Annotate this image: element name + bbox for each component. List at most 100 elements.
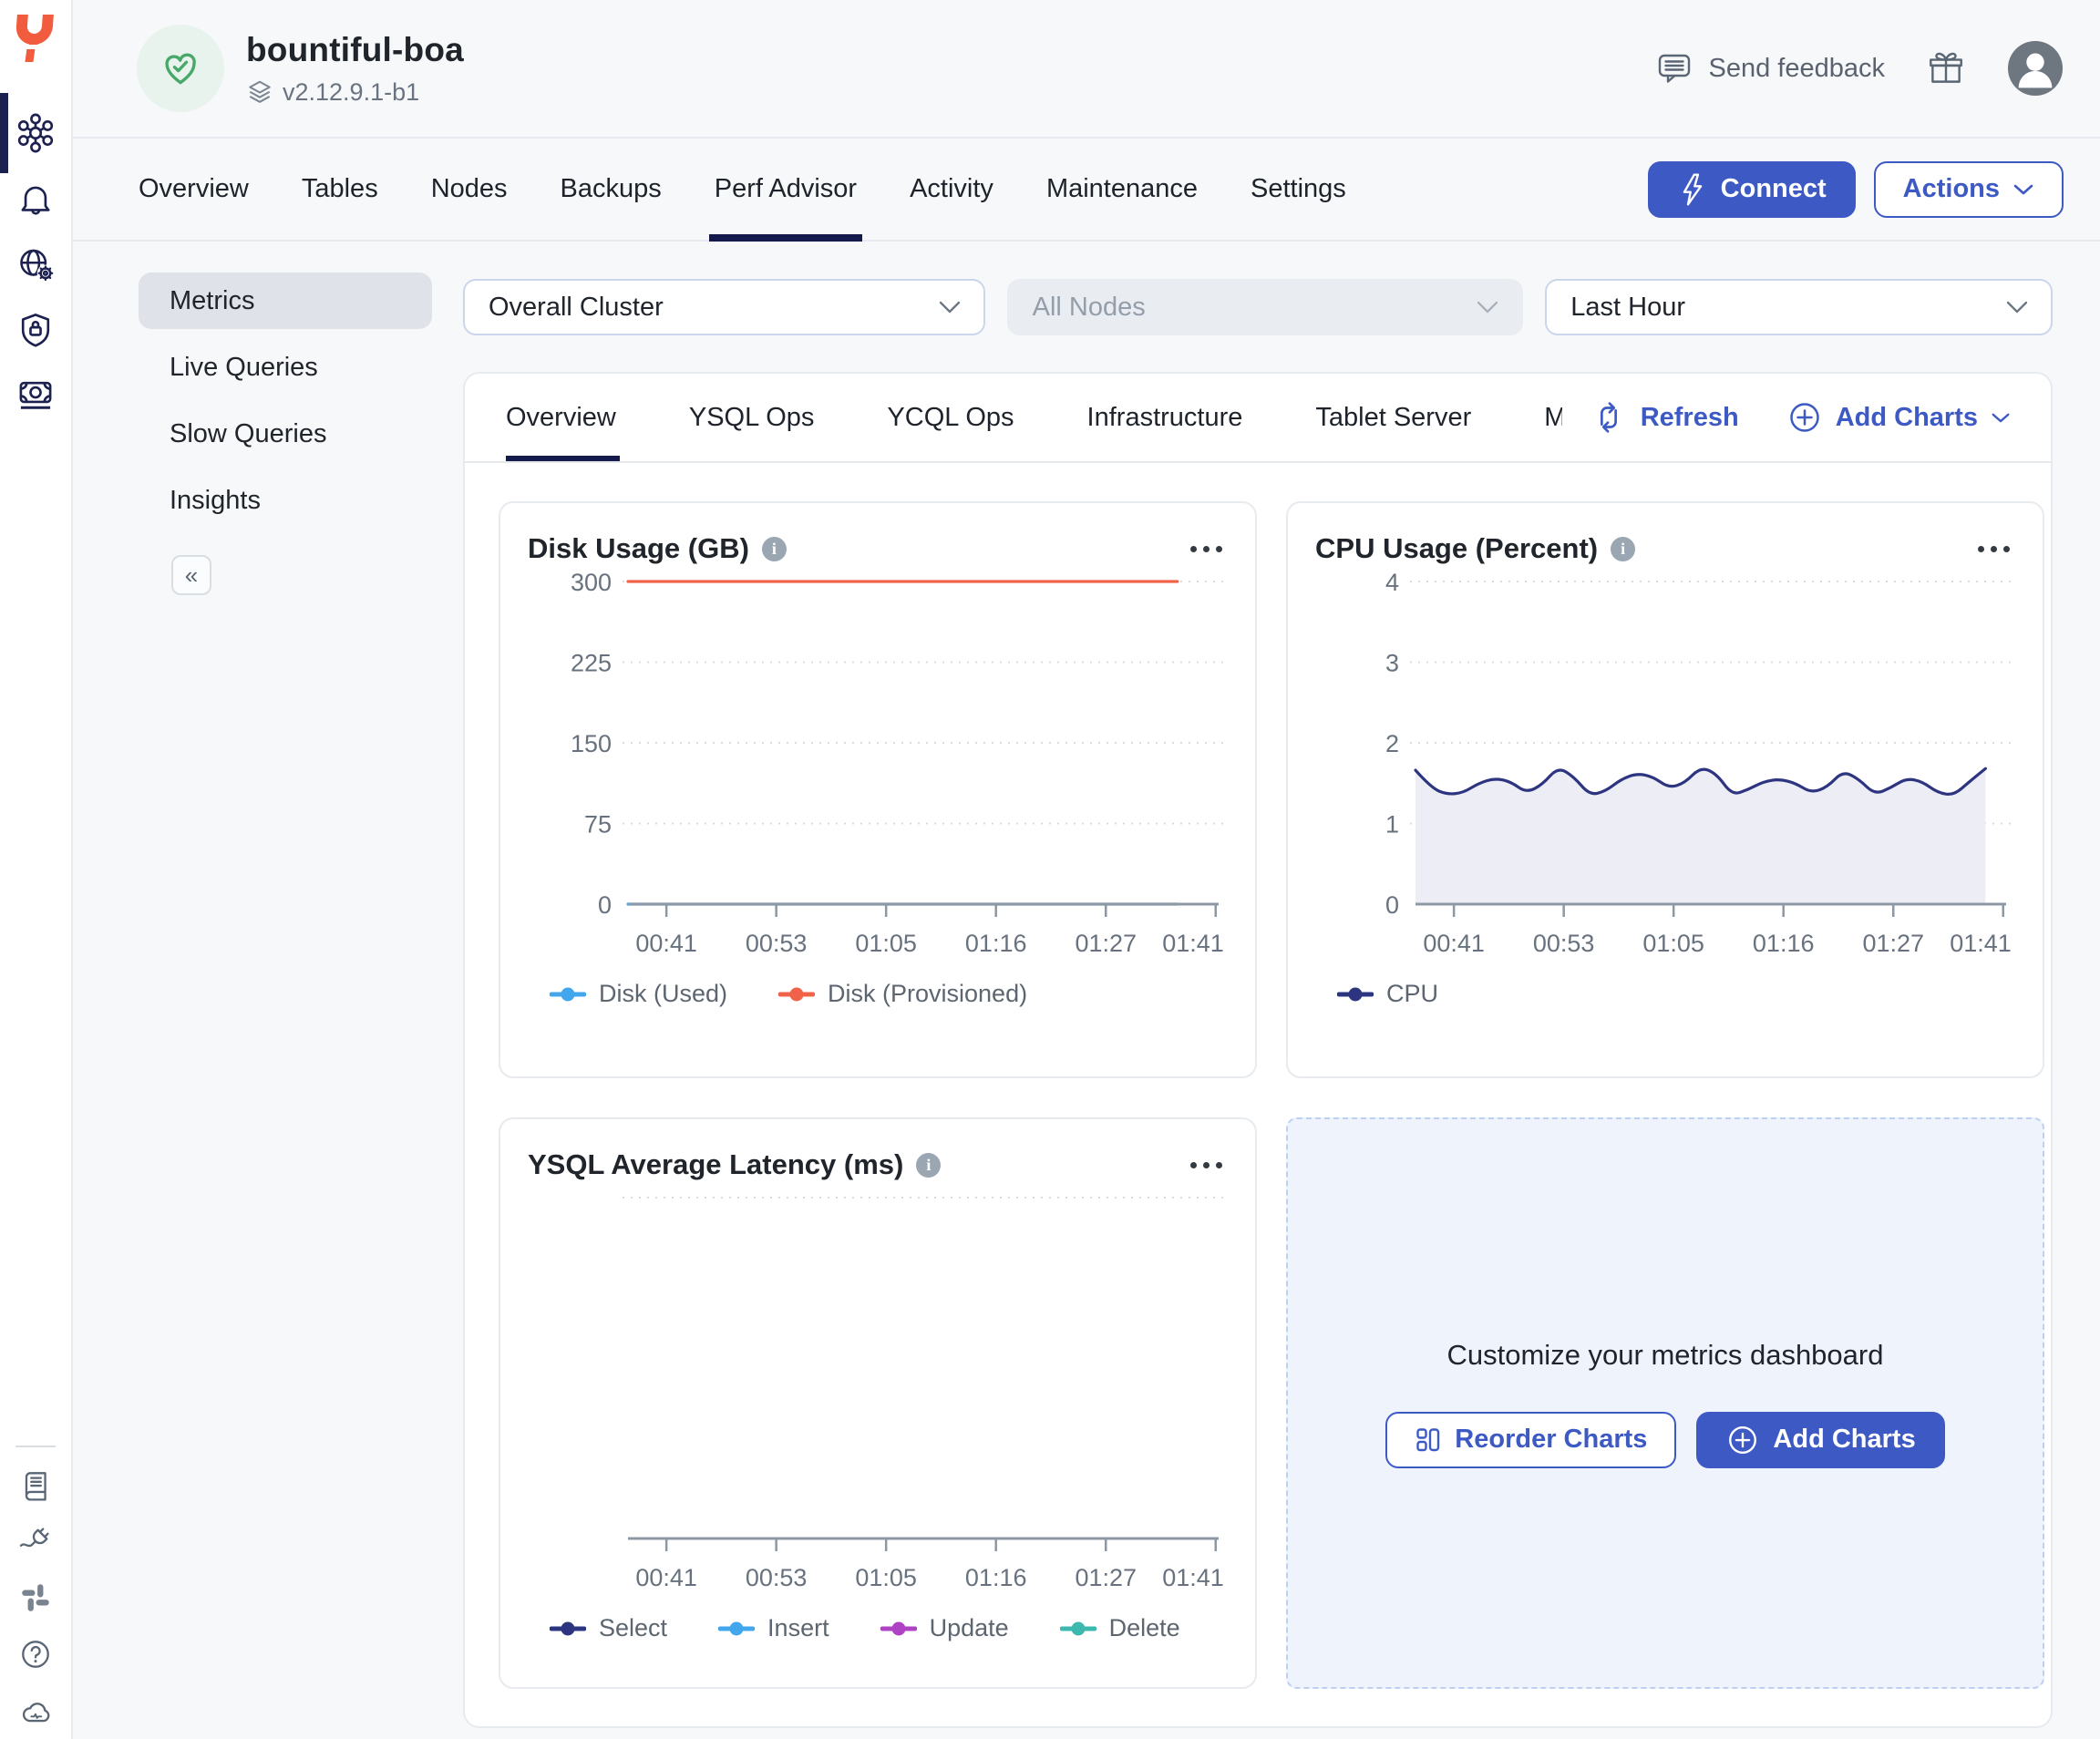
legend-item[interactable]: Update (880, 1614, 1009, 1642)
cluster-name: bountiful-boa (246, 31, 464, 69)
subnav-item-insights[interactable]: Insights (139, 472, 432, 529)
rail-alerts-icon[interactable] (0, 166, 72, 232)
info-icon[interactable]: i (762, 537, 787, 561)
customize-dashboard-panel: Customize your metrics dashboard (1286, 1117, 2044, 1689)
legend-item[interactable]: Insert (718, 1614, 829, 1642)
chart-title: YSQL Average Latency (ms) (528, 1148, 903, 1181)
cpu-usage-plot: 00:4100:5301:0501:1601:2701:4101234 (1315, 569, 2015, 974)
subnav-item-live-queries[interactable]: Live Queries (139, 339, 432, 396)
svg-text:300: 300 (571, 569, 612, 596)
legend-item[interactable]: Select (550, 1614, 667, 1642)
rail-help-icon[interactable] (0, 1626, 72, 1682)
rail-network-access-icon[interactable] (0, 232, 72, 297)
tab-maintenance[interactable]: Maintenance (1046, 139, 1198, 240)
legend-item[interactable]: CPU (1337, 980, 1438, 1008)
svg-text:01:27: 01:27 (1075, 930, 1137, 957)
rail-billing-icon[interactable] (0, 363, 72, 428)
metric-tab-ysql-ops[interactable]: YSQL Ops (689, 374, 815, 461)
rail-slack-icon[interactable] (0, 1569, 72, 1626)
svg-text:00:41: 00:41 (1423, 930, 1485, 957)
ysql-latency-legend: Select Insert Update Delete (550, 1614, 1228, 1642)
tab-backups[interactable]: Backups (561, 139, 662, 240)
add-charts-dropdown-button[interactable]: Add Charts (1786, 399, 2011, 436)
send-feedback-button[interactable]: Send feedback (1654, 48, 1885, 88)
refresh-button[interactable]: Refresh (1590, 398, 1739, 437)
chart-card-disk-usage: Disk Usage (GB) i 00:4100:5301:0501:1601… (499, 501, 1257, 1078)
svg-text:01:16: 01:16 (965, 1564, 1027, 1591)
svg-text:150: 150 (571, 730, 612, 757)
svg-text:01:16: 01:16 (965, 930, 1027, 957)
icon-rail (0, 0, 73, 1739)
info-icon[interactable]: i (916, 1153, 941, 1178)
user-avatar[interactable] (2007, 40, 2064, 97)
tab-settings[interactable]: Settings (1251, 139, 1346, 240)
svg-text:4: 4 (1385, 569, 1399, 596)
svg-text:01:05: 01:05 (1642, 930, 1704, 957)
subnav-item-metrics[interactable]: Metrics (139, 273, 432, 329)
tab-nodes[interactable]: Nodes (431, 139, 508, 240)
gift-icon[interactable] (1925, 47, 1967, 89)
chevron-down-icon (2005, 300, 2029, 314)
metric-tab-overview[interactable]: Overview (506, 374, 616, 461)
collapse-sidebar-button[interactable]: « (171, 555, 211, 595)
svg-text:0: 0 (598, 891, 612, 919)
tab-perf-advisor[interactable]: Perf Advisor (715, 139, 857, 240)
tab-activity[interactable]: Activity (910, 139, 993, 240)
customize-message: Customize your metrics dashboard (1447, 1339, 1884, 1372)
legend-item[interactable]: Disk (Provisioned) (778, 980, 1027, 1008)
chart-menu-button[interactable] (1185, 540, 1228, 558)
chart-menu-button[interactable] (1972, 540, 2015, 558)
tab-overview[interactable]: Overview (139, 139, 249, 240)
chevron-down-icon (1476, 300, 1499, 314)
chart-card-ysql-latency: YSQL Average Latency (ms) i 00:4100:5301… (499, 1117, 1257, 1689)
svg-text:75: 75 (584, 811, 612, 839)
chart-title: CPU Usage (Percent) (1315, 532, 1598, 565)
metric-tab-infrastructure[interactable]: Infrastructure (1087, 374, 1243, 461)
chevron-down-icon (1991, 411, 2011, 425)
ysql-latency-plot: 00:4100:5301:0501:1601:2701:41 (528, 1185, 1228, 1609)
metric-tab-master-server[interactable]: Mas (1544, 374, 1561, 461)
metric-tab-ycql-ops[interactable]: YCQL Ops (887, 374, 1014, 461)
reorder-charts-button[interactable]: Reorder Charts (1385, 1412, 1676, 1468)
subnav-item-slow-queries[interactable]: Slow Queries (139, 406, 432, 462)
legend-item[interactable]: Disk (Used) (550, 980, 727, 1008)
lightning-icon (1677, 171, 1708, 208)
cluster-version: v2.12.9.1-b1 (283, 78, 419, 107)
cluster-header: bountiful-boa v2.12.9.1-b1 (73, 0, 2100, 139)
yugabyte-logo-icon[interactable] (12, 13, 59, 64)
svg-text:3: 3 (1385, 650, 1399, 677)
svg-text:01:41: 01:41 (1162, 1564, 1224, 1591)
version-layers-icon (246, 78, 273, 106)
cluster-scope-select[interactable]: Overall Cluster (463, 279, 985, 335)
chevron-down-icon (938, 300, 962, 314)
svg-text:01:16: 01:16 (1753, 930, 1815, 957)
reorder-icon (1415, 1426, 1442, 1454)
rail-security-icon[interactable] (0, 297, 72, 363)
refresh-icon (1590, 398, 1628, 437)
rail-divider (15, 1446, 56, 1447)
metric-tab-tablet-server[interactable]: Tablet Server (1315, 374, 1471, 461)
chart-menu-button[interactable] (1185, 1157, 1228, 1174)
info-icon[interactable]: i (1611, 537, 1635, 561)
svg-text:00:53: 00:53 (746, 1564, 808, 1591)
actions-button[interactable]: Actions (1874, 161, 2064, 218)
chart-card-cpu-usage: CPU Usage (Percent) i 00:41 00:53 01:05 01:… (1286, 501, 2044, 1078)
rail-integrations-icon[interactable] (0, 1513, 72, 1569)
time-range-select[interactable]: Last Hour (1545, 279, 2053, 335)
svg-text:01:05: 01:05 (855, 1564, 917, 1591)
chart-title: Disk Usage (GB) (528, 532, 749, 565)
rail-clusters-icon[interactable] (0, 100, 72, 166)
svg-text:01:41: 01:41 (1950, 930, 2012, 957)
svg-text:1: 1 (1385, 811, 1399, 839)
tab-tables[interactable]: Tables (302, 139, 378, 240)
svg-text:0: 0 (1385, 891, 1399, 919)
connect-button[interactable]: Connect (1648, 161, 1856, 218)
svg-text:01:05: 01:05 (855, 930, 917, 957)
svg-text:00:53: 00:53 (1533, 930, 1595, 957)
disk-usage-legend: Disk (Used) Disk (Provisioned) (550, 980, 1228, 1008)
rail-cloud-status-icon[interactable] (0, 1682, 72, 1739)
legend-item[interactable]: Delete (1060, 1614, 1180, 1642)
rail-docs-icon[interactable] (0, 1456, 72, 1513)
add-charts-button[interactable]: Add Charts (1696, 1412, 1944, 1468)
svg-text:01:27: 01:27 (1075, 1564, 1137, 1591)
